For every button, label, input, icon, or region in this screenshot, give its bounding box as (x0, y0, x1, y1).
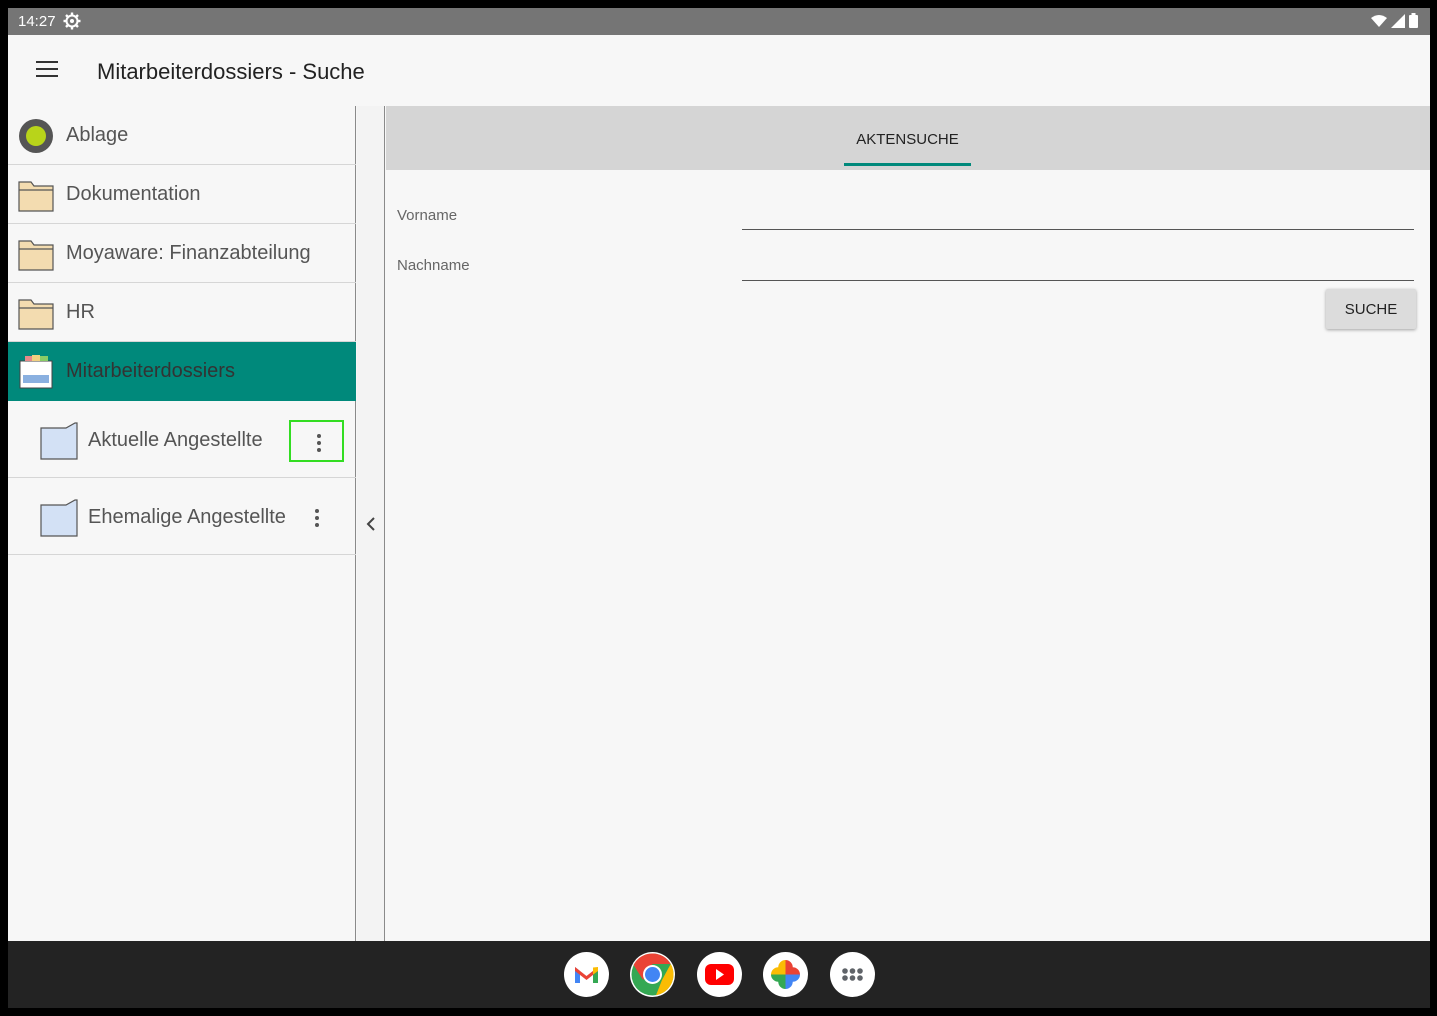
app-drawer-icon[interactable] (830, 952, 875, 997)
nav-item-ablage[interactable]: Ablage (8, 106, 356, 165)
blue-folder-icon (40, 499, 78, 537)
more-vert-icon[interactable] (289, 497, 344, 539)
nav-item-label: Mitarbeiterdossiers (66, 360, 235, 382)
nav-item-mitarbeiterdossiers[interactable]: Mitarbeiterdossiers (8, 342, 356, 401)
chevron-left-icon[interactable] (364, 516, 378, 532)
settings-icon (63, 12, 81, 30)
status-icons (1371, 13, 1418, 33)
wifi-icon (1371, 14, 1387, 33)
nav-item-moyaware-finanzabteilung[interactable]: Moyaware: Finanzabteilung (8, 224, 356, 283)
status-time: 14:27 (18, 13, 56, 30)
panel-divider (357, 106, 385, 941)
vorname-label: Vorname (397, 207, 458, 224)
page-title: Mitarbeiterdossiers - Suche (97, 59, 365, 84)
sub-item-ehemalige-angestellte[interactable]: Ehemalige Angestellte (8, 478, 356, 555)
nav-item-label: Ablage (66, 124, 129, 146)
sub-item-label: Ehemalige Angestellte (88, 506, 286, 528)
nav-item-label: HR (66, 301, 95, 323)
sub-item-aktuelle-angestellte[interactable]: Aktuelle Angestellte (8, 401, 356, 478)
tab-indicator (844, 163, 971, 166)
signal-icon (1391, 13, 1405, 33)
nav-item-hr[interactable]: HR (8, 283, 356, 342)
sub-item-label: Aktuelle Angestellte (88, 429, 263, 451)
app-bar: Mitarbeiterdossiers - Suche (8, 35, 1430, 106)
taskbar (8, 941, 1430, 1008)
nachname-field[interactable] (742, 251, 1414, 281)
battery-icon (1409, 13, 1418, 33)
chrome-icon[interactable] (630, 952, 675, 997)
storage-circle-icon (18, 119, 54, 153)
status-bar: 14:27 (8, 8, 1430, 35)
navigation-panel: Ablage Dokumentation Moyaware: Finanzabt… (8, 106, 356, 941)
folder-icon (18, 296, 54, 330)
search-button[interactable]: SUCHE (1326, 289, 1416, 329)
more-vert-icon[interactable] (289, 420, 344, 462)
menu-icon[interactable] (36, 61, 58, 79)
nav-item-label: Moyaware: Finanzabteilung (66, 242, 311, 264)
tab-label: AKTENSUCHE (856, 131, 959, 148)
folder-icon (18, 178, 54, 212)
youtube-icon[interactable] (697, 952, 742, 997)
tab-bar: AKTENSUCHE (386, 106, 1430, 170)
gmail-icon[interactable] (564, 952, 609, 997)
photos-icon[interactable] (763, 952, 808, 997)
nav-item-label: Dokumentation (66, 183, 201, 205)
screen: 14:27 Mitarbeiterdossiers - Suche Ablage… (8, 8, 1430, 1008)
nachname-label: Nachname (397, 257, 470, 274)
vorname-field[interactable] (742, 200, 1414, 230)
dossier-box-icon (18, 355, 54, 389)
folder-icon (18, 237, 54, 271)
tab-aktensuche[interactable]: AKTENSUCHE (844, 106, 971, 170)
search-panel: AKTENSUCHE Vorname Nachname SUCHE (386, 106, 1430, 941)
blue-folder-icon (40, 422, 78, 460)
nav-item-dokumentation[interactable]: Dokumentation (8, 165, 356, 224)
